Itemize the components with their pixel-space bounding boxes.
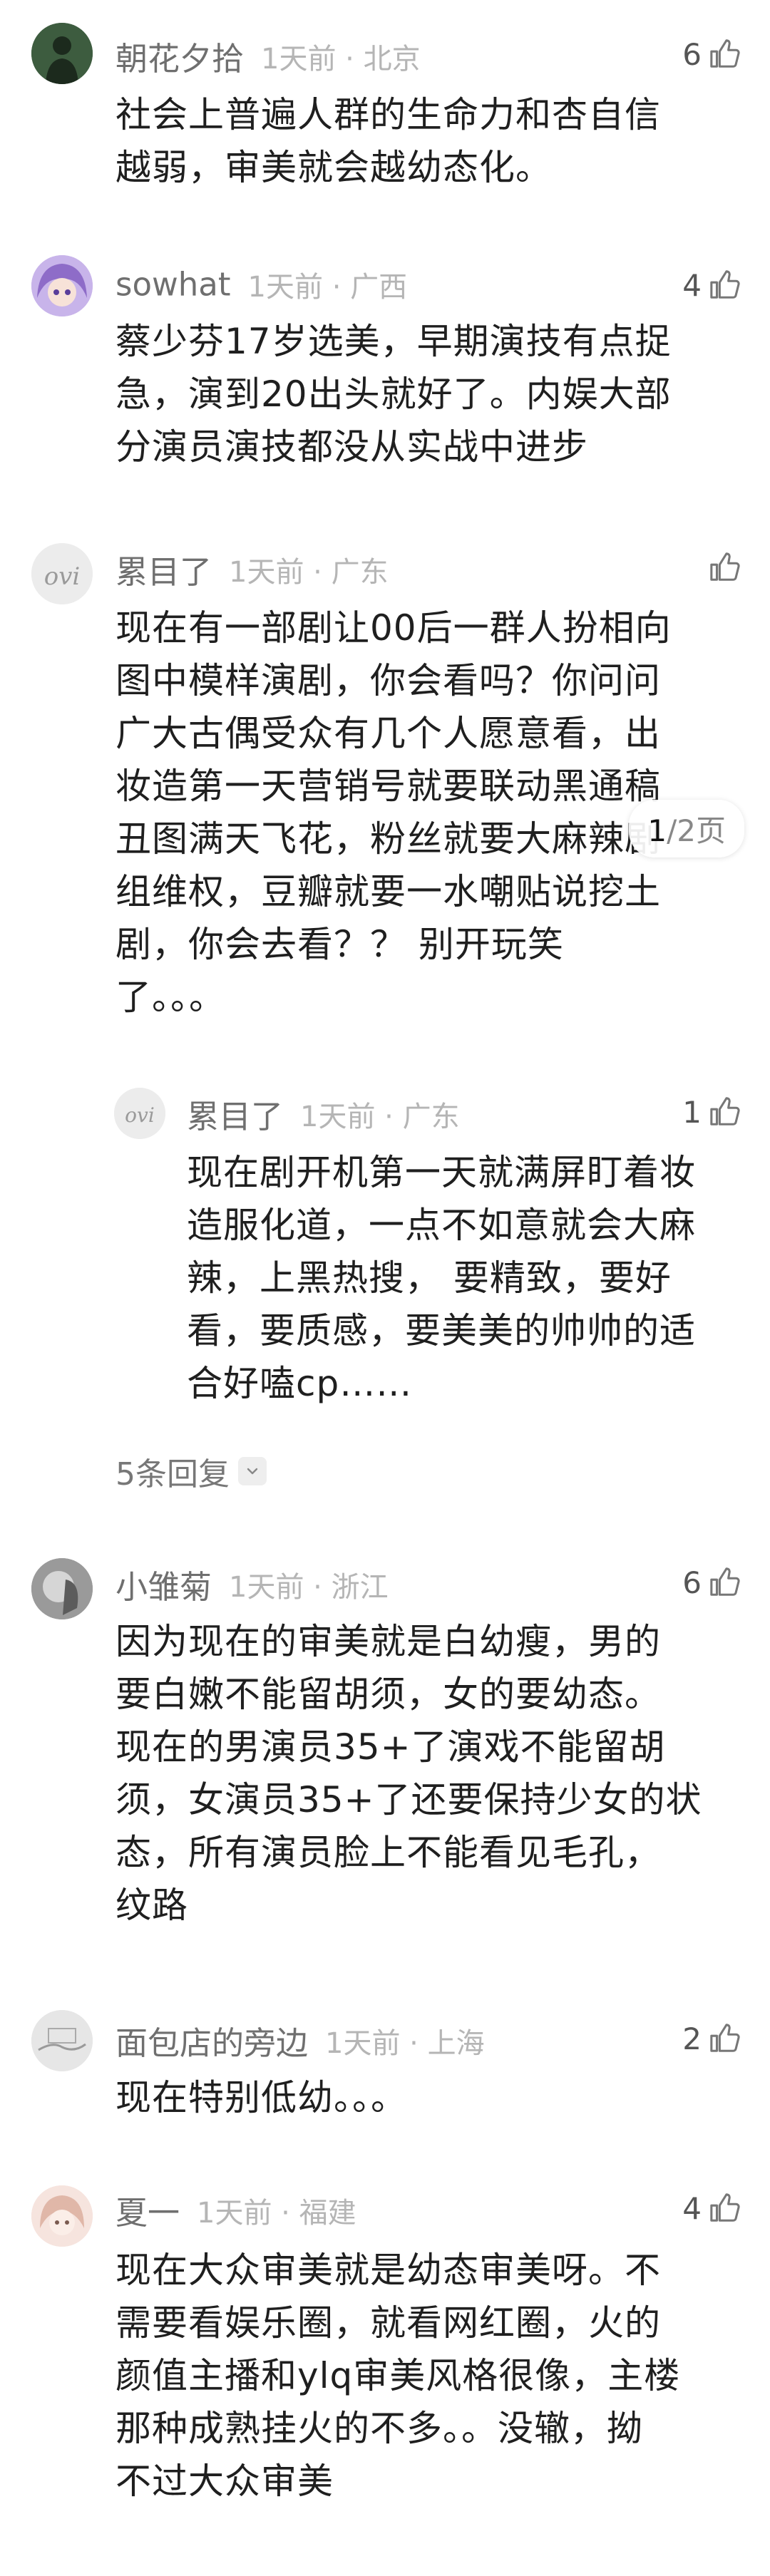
like-count: 6 <box>682 36 702 72</box>
username[interactable]: 面包店的旁边 <box>115 2024 308 2062</box>
username[interactable]: 累目了 <box>187 1098 283 1135</box>
avatar[interactable] <box>31 23 93 84</box>
username[interactable]: 小雏菊 <box>115 1568 212 1606</box>
replies-label: 5条回复 <box>115 1456 230 1493</box>
thumbs-up-icon <box>710 552 740 581</box>
sketch-avatar-icon <box>31 2010 93 2071</box>
like-count: 4 <box>682 267 702 303</box>
reply-text: 现在剧开机第一天就满屏盯着妆 造服化道，一点不如意就会大麻 辣，上黑热搜， 要精… <box>187 1152 696 1404</box>
time-location: 1天前 · 北京 <box>261 42 421 76</box>
like-button[interactable]: 6 <box>682 1561 741 1604</box>
svg-text:ovi: ovi <box>125 1103 155 1127</box>
comment-text: 现在大众审美就是幼态审美呀。不 需要看娱乐圈，就看网红圈，火的 颜值主播和ylq… <box>115 2250 681 2502</box>
page-indicator[interactable]: 1/2页 <box>629 800 744 857</box>
thumbs-up-icon <box>710 2024 740 2052</box>
thumbs-up-icon <box>710 1097 740 1125</box>
like-count: 2 <box>682 2021 702 2056</box>
avatar[interactable] <box>31 2010 93 2071</box>
like-button[interactable] <box>702 546 741 589</box>
like-count: 4 <box>682 2190 702 2226</box>
like-button[interactable]: 2 <box>682 2017 741 2060</box>
avatar[interactable]: ovi <box>114 1088 165 1139</box>
thumbs-up-icon <box>710 2193 740 2222</box>
avatar[interactable]: ovi <box>31 543 93 604</box>
thumbs-up-icon <box>710 39 740 68</box>
time-location: 1天前 · 上海 <box>325 2026 485 2060</box>
like-count: 6 <box>682 1565 702 1600</box>
page-total: /2页 <box>667 813 726 848</box>
avatar[interactable] <box>31 1558 93 1619</box>
thumbs-up-icon <box>710 1567 740 1596</box>
time-location: 1天前 · 广东 <box>300 1100 460 1133</box>
username[interactable]: sowhat <box>115 266 231 304</box>
view-replies-link[interactable]: 5条回复 <box>115 1448 267 1494</box>
like-button[interactable]: 4 <box>682 2187 741 2230</box>
comment-text: 社会上普遍人群的生命力和杏自信 越弱，审美就会越幼态化。 <box>115 94 661 188</box>
avatar[interactable] <box>31 2185 93 2247</box>
username[interactable]: 累目了 <box>115 553 212 591</box>
time-location: 1天前 · 浙江 <box>229 1570 389 1604</box>
photo-avatar-icon <box>31 1558 93 1619</box>
comment-text: 因为现在的审美就是白幼瘦，男的 要白嫩不能留胡须，女的要幼态。 现在的男演员35… <box>115 1621 702 1926</box>
time-location: 1天前 · 广东 <box>229 555 389 589</box>
person-avatar-icon <box>31 23 93 84</box>
thumbs-up-icon <box>710 270 740 299</box>
comment-text: 蔡少芬17岁选美，早期演技有点捉 急，演到20出头就好了。内娱大部 分演员演技都… <box>115 321 672 468</box>
like-button[interactable]: 1 <box>682 1091 741 1133</box>
anime-avatar-icon <box>31 255 93 316</box>
ovi-avatar-icon: ovi <box>114 1088 165 1139</box>
username[interactable]: 朝花夕拾 <box>115 40 244 78</box>
doll-avatar-icon <box>31 2185 93 2247</box>
like-count: 1 <box>682 1094 702 1130</box>
ovi-avatar-icon: ovi <box>31 543 93 604</box>
time-location: 1天前 · 广西 <box>247 271 408 304</box>
chevron-down-icon <box>238 1457 267 1485</box>
username[interactable]: 夏一 <box>115 2194 180 2232</box>
comment-text: 现在特别低幼。。。 <box>115 2077 407 2118</box>
time-location: 1天前 · 福建 <box>197 2196 356 2230</box>
avatar[interactable] <box>31 255 93 316</box>
svg-text:ovi: ovi <box>44 562 81 591</box>
like-button[interactable]: 4 <box>682 264 741 306</box>
page-current: 1 <box>647 813 667 848</box>
like-button[interactable]: 6 <box>682 33 741 76</box>
